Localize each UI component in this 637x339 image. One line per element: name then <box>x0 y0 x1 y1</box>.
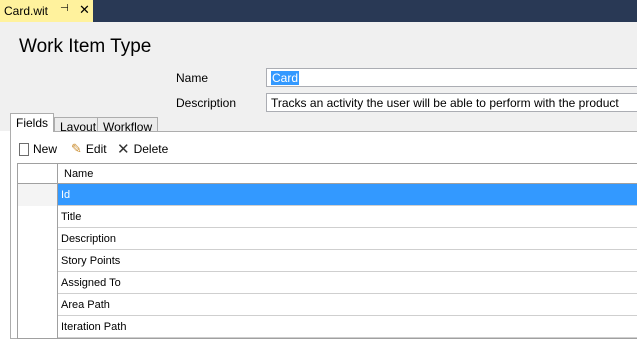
row-header[interactable] <box>18 228 58 250</box>
row-selection <box>58 184 637 205</box>
name-field-value: Card <box>271 71 300 85</box>
table-row[interactable]: Story Points <box>18 250 637 272</box>
table-row[interactable]: Assigned To <box>18 272 637 294</box>
cell-name: Title <box>61 211 82 223</box>
row-header[interactable] <box>18 250 58 272</box>
new-button-label: New <box>33 142 58 156</box>
name-field[interactable]: Card <box>266 68 637 87</box>
header-area: Work Item Type Name Card Description Tra… <box>0 22 637 117</box>
document-tab-strip: Card.wit ⊣ ✕ <box>0 0 637 22</box>
delete-button-label: Delete <box>133 142 169 156</box>
pin-icon[interactable]: ⊣ <box>60 3 69 14</box>
table-row[interactable]: Iteration Path <box>18 316 637 338</box>
delete-x-icon: ✕ <box>117 141 130 158</box>
pencil-icon: ✎ <box>71 141 82 156</box>
new-document-icon <box>19 142 29 156</box>
grid-row-header-corner <box>18 164 58 183</box>
tabs-row: Fields Layout Workflow <box>0 113 637 134</box>
table-row[interactable]: Description <box>18 228 637 250</box>
description-label: Description <box>176 96 237 110</box>
row-header[interactable] <box>18 184 58 206</box>
close-icon[interactable]: ✕ <box>79 2 90 18</box>
document-tab-card-wit[interactable]: Card.wit ⊣ ✕ <box>0 0 93 22</box>
column-header-name[interactable]: Name <box>64 168 93 180</box>
cell-name: Area Path <box>61 299 110 311</box>
tab-fields[interactable]: Fields <box>10 113 55 132</box>
fields-grid[interactable]: Name Id Title Description Story Points A… <box>17 163 637 339</box>
document-tab-title: Card.wit <box>4 4 49 18</box>
delete-button[interactable]: ✕ Delete <box>117 141 169 158</box>
grid-header: Name <box>18 164 637 184</box>
cell-name: Assigned To <box>61 277 121 289</box>
row-header[interactable] <box>18 206 58 228</box>
table-row[interactable]: Id <box>18 184 637 206</box>
cell-name: Description <box>61 233 117 245</box>
cell-name: Id <box>61 189 71 201</box>
name-label: Name <box>176 71 209 85</box>
table-row[interactable]: Area Path <box>18 294 637 316</box>
edit-button-label: Edit <box>85 142 107 156</box>
new-button[interactable]: New <box>19 141 57 157</box>
row-header[interactable] <box>18 272 58 294</box>
row-header[interactable] <box>18 294 58 316</box>
description-field[interactable]: Tracks an activity the user will be able… <box>266 93 637 112</box>
cell-name: Iteration Path <box>61 321 127 333</box>
cell-name: Story Points <box>61 255 121 267</box>
table-row[interactable]: Title <box>18 206 637 228</box>
page-title: Work Item Type <box>19 36 152 57</box>
edit-button[interactable]: ✎ Edit <box>71 141 107 157</box>
row-header[interactable] <box>18 316 58 338</box>
